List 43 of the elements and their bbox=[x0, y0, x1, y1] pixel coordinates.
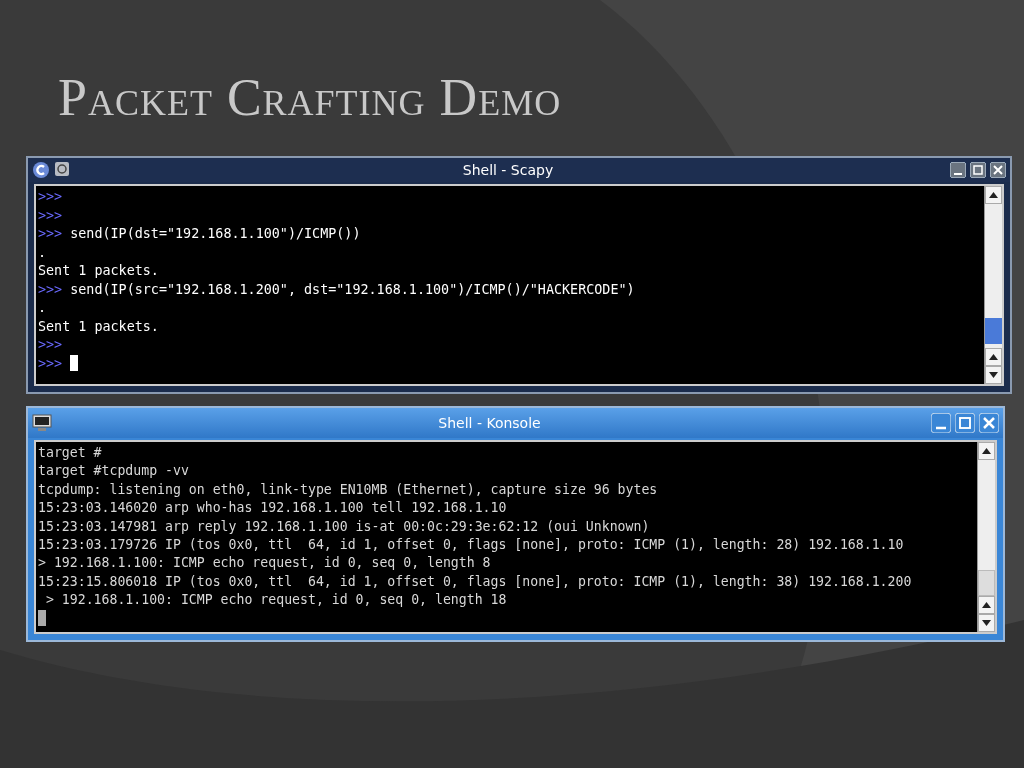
prompt: >>> bbox=[38, 281, 63, 297]
output-line: 15:23:15.806018 IP (tos 0x0, ttl 64, id 1, offset 0, flags [none], proto: ICMP (1), length: 38) 192.168.1.200 bbox=[38, 573, 912, 589]
scroll-thumb[interactable] bbox=[985, 318, 1002, 344]
output-line: target #tcpdump -vv bbox=[38, 463, 189, 479]
up-arrow-icon[interactable] bbox=[989, 192, 998, 198]
output-line: > 192.168.1.100: ICMP echo request, id 0, seq 0, length 8 bbox=[38, 555, 491, 571]
output-line: . bbox=[38, 244, 47, 260]
output-line: send(IP(src="192.168.1.200", dst="192.168.1.100")/ICMP()/"HACKERCODE") bbox=[69, 281, 635, 297]
minimize-button[interactable] bbox=[931, 413, 951, 433]
close-button[interactable] bbox=[990, 162, 1006, 178]
output-line: 15:23:03.179726 IP (tos 0x0, ttl 64, id 1, offset 0, flags [none], proto: ICMP (1), length: 28) 192.168.1.10 bbox=[38, 537, 904, 553]
up-arrow-icon[interactable] bbox=[982, 602, 991, 608]
prompt: >>> bbox=[38, 355, 63, 371]
monitor-icon[interactable] bbox=[32, 414, 52, 432]
prompt: >>> bbox=[38, 189, 63, 204]
output-line: 15:23:03.147981 arp reply 192.168.1.100 is-at 00:0c:29:3e:62:12 (oui Unknown) bbox=[38, 518, 650, 534]
app-logo-icon[interactable] bbox=[32, 161, 50, 179]
up-arrow-icon[interactable] bbox=[982, 448, 991, 454]
maximize-button[interactable] bbox=[955, 413, 975, 433]
down-arrow-icon[interactable] bbox=[982, 620, 991, 626]
prompt: >>> bbox=[38, 337, 63, 352]
prompt: >>> bbox=[38, 207, 63, 223]
output-line: send(IP(dst="192.168.1.100")/ICMP()) bbox=[69, 226, 361, 241]
scrollbar[interactable] bbox=[984, 186, 1002, 384]
output-line: > 192.168.1.100: ICMP echo request, id 0, seq 0, length 18 bbox=[44, 592, 507, 608]
window-title: Shell - Konsole bbox=[437, 413, 542, 433]
output-line: Sent 1 packets. bbox=[38, 318, 159, 334]
up-arrow-icon[interactable] bbox=[989, 354, 998, 360]
maximize-button[interactable] bbox=[970, 162, 986, 178]
prompt: >>> bbox=[38, 226, 63, 241]
output-line: target # bbox=[38, 445, 102, 460]
down-arrow-icon[interactable] bbox=[989, 372, 998, 378]
output-line: 15:23:03.146020 arp who-has 192.168.1.100 tell 192.168.1.10 bbox=[38, 500, 507, 516]
scrollbar[interactable] bbox=[977, 442, 995, 632]
minimize-button[interactable] bbox=[950, 162, 966, 178]
output-line: Sent 1 packets. bbox=[38, 263, 159, 278]
close-button[interactable] bbox=[979, 413, 999, 433]
window-menu-icon[interactable] bbox=[54, 161, 70, 177]
slide-title: Packet Crafting Demo bbox=[57, 68, 563, 128]
output-line: . bbox=[38, 300, 47, 315]
output-line: tcpdump: listening on eth0, link-type EN10MB (Ethernet), capture size 96 bytes bbox=[38, 481, 658, 497]
scroll-thumb[interactable] bbox=[978, 570, 995, 596]
window-title: Shell - Scapy bbox=[461, 160, 555, 180]
